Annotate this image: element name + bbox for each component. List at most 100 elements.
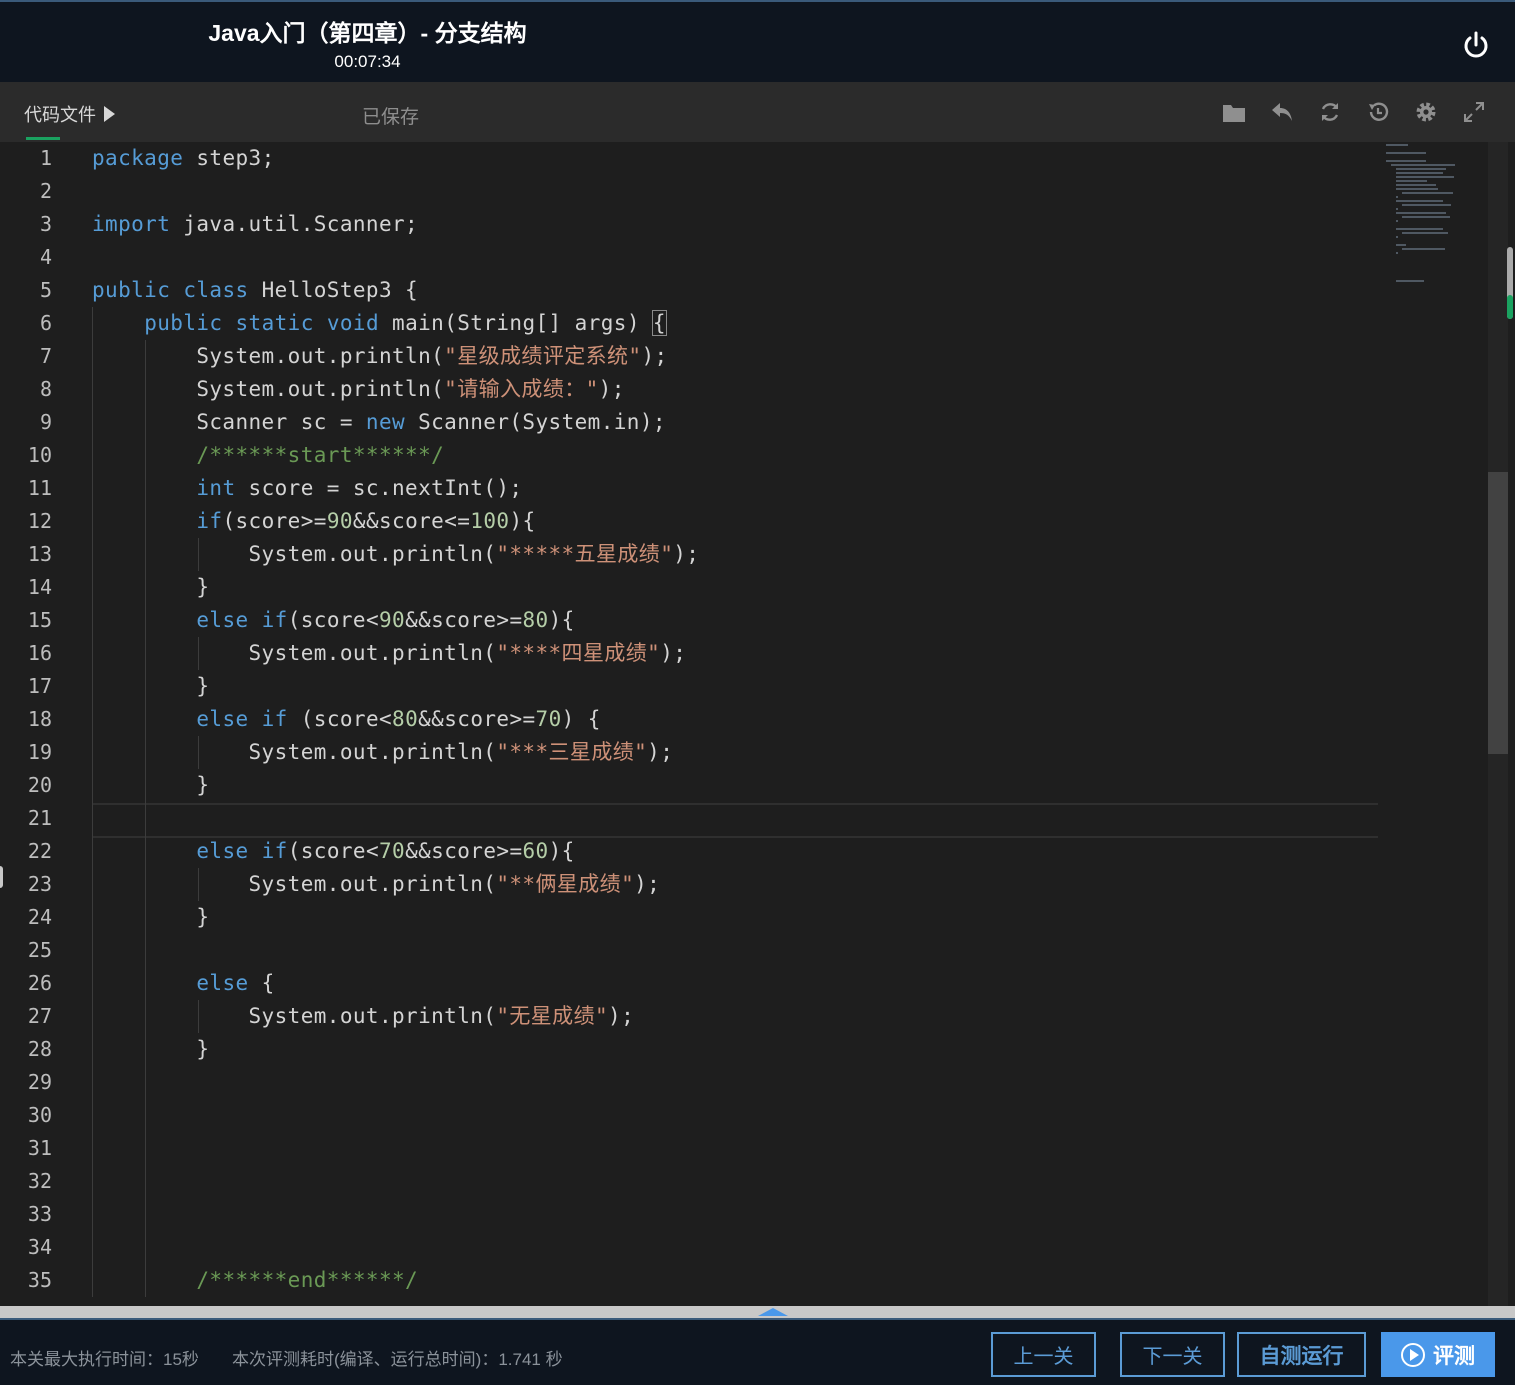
line-number: 19 (27, 740, 52, 764)
minimap-line (1396, 196, 1398, 198)
line-number: 35 (27, 1268, 52, 1292)
history-icon[interactable] (1362, 96, 1394, 128)
minimap-line (1396, 176, 1454, 178)
code-line[interactable]: int score = sc.nextInt(); (92, 472, 522, 505)
code-line[interactable]: } (92, 901, 209, 934)
top-header: Java入门（第四章）- 分支结构 00:07:34 (0, 0, 1515, 82)
progress-indicator (1507, 247, 1513, 319)
line-number: 2 (39, 179, 52, 203)
minimap-line (1401, 192, 1453, 194)
line-number: 18 (27, 707, 52, 731)
self-test-run-button[interactable]: 自测运行 (1237, 1332, 1366, 1377)
code-line[interactable]: else if (score<80&&score>=70) { (92, 703, 601, 736)
code-line[interactable]: System.out.println("*****五星成绩"); (92, 538, 699, 571)
next-level-button[interactable]: 下一关 (1120, 1332, 1225, 1377)
code-files-label: 代码文件 (24, 105, 96, 125)
code-line[interactable]: if(score>=90&&score<=100){ (92, 505, 536, 538)
line-number: 26 (27, 971, 52, 995)
active-tab-underline (26, 137, 60, 140)
code-line[interactable]: System.out.println("**俩星成绩"); (92, 868, 660, 901)
code-line[interactable]: else if(score<90&&score>=80){ (92, 604, 575, 637)
bottom-bar: 本关最大执行时间：15秒 本次评测耗时(编译、运行总时间)：1.741 秒 上一… (0, 1318, 1515, 1385)
code-line[interactable]: } (92, 670, 209, 703)
code-line[interactable]: System.out.println("无星成绩"); (92, 1000, 634, 1033)
minimap-line (1401, 216, 1450, 218)
settings-icon[interactable] (1410, 96, 1442, 128)
line-number: 34 (27, 1235, 52, 1259)
line-number: 22 (27, 839, 52, 863)
code-files-tab[interactable]: 代码文件 (24, 101, 115, 127)
line-number: 3 (39, 212, 52, 236)
power-icon[interactable] (1461, 30, 1491, 60)
scrollbar-thumb[interactable] (1488, 472, 1508, 754)
editor-toolbar: 代码文件 已保存 (0, 82, 1515, 142)
code-line[interactable]: System.out.println("***三星成绩"); (92, 736, 673, 769)
minimap-line (1396, 172, 1443, 174)
line-number: 31 (27, 1136, 52, 1160)
line-number: 5 (39, 278, 52, 302)
code-line[interactable]: System.out.println("星级成绩评定系统"); (92, 340, 668, 373)
code-line[interactable]: System.out.println("****四星成绩"); (92, 637, 686, 670)
line-number: 6 (39, 311, 52, 335)
panel-splitter[interactable] (0, 1306, 1515, 1326)
line-number: 24 (27, 905, 52, 929)
line-number: 28 (27, 1037, 52, 1061)
max-exec-time: 本关最大执行时间：15秒 (10, 1350, 199, 1369)
line-number-gutter: 1 2 3 4 5 6 7 8 9 10 11 12 13 14 15 16 17 18 19 20 21 22 23 24 2… (0, 142, 68, 1306)
indent-guide (197, 538, 199, 571)
minimap-line (1386, 160, 1426, 162)
code-minimap[interactable] (1384, 142, 1488, 302)
minimap-line (1396, 188, 1438, 190)
code-line[interactable]: package step3; (92, 142, 275, 175)
play-circle-icon (1401, 1342, 1425, 1367)
minimap-line (1396, 184, 1437, 186)
code-line[interactable]: /******end******/ (92, 1264, 418, 1297)
minimap-line (1401, 248, 1445, 250)
left-edge-handle[interactable] (0, 866, 3, 888)
line-number: 10 (27, 443, 52, 467)
evaluate-button[interactable]: 评测 (1381, 1332, 1495, 1377)
code-line[interactable]: } (92, 769, 209, 802)
evaluate-label: 评测 (1433, 1344, 1475, 1368)
line-number: 1 (39, 146, 52, 170)
triangle-right-icon (104, 106, 115, 122)
indent-guide (197, 1000, 199, 1033)
exercise-title: Java入门（第四章）- 分支结构 (208, 20, 527, 46)
line-number: 11 (27, 476, 52, 500)
line-number: 15 (27, 608, 52, 632)
indent-guide (197, 868, 199, 901)
code-line[interactable]: } (92, 571, 209, 604)
code-line[interactable]: import java.util.Scanner; (92, 208, 418, 241)
minimap-line (1386, 152, 1426, 154)
line-number: 32 (27, 1169, 52, 1193)
prev-level-button[interactable]: 上一关 (991, 1332, 1096, 1377)
line-number: 8 (39, 377, 52, 401)
undo-icon[interactable] (1266, 96, 1298, 128)
minimap-line (1396, 208, 1398, 210)
code-line[interactable]: else if(score<70&&score>=60){ (92, 835, 575, 868)
code-line[interactable]: else { (92, 967, 275, 1000)
line-number: 33 (27, 1202, 52, 1226)
code-editor[interactable]: 1 2 3 4 5 6 7 8 9 10 11 12 13 14 15 16 17 18 19 20 21 22 23 24 2… (0, 142, 1515, 1306)
code-line[interactable]: System.out.println("请输入成绩："); (92, 373, 625, 406)
line-number: 13 (27, 542, 52, 566)
code-line[interactable]: } (92, 1033, 209, 1066)
line-number: 9 (39, 410, 52, 434)
line-number: 21 (27, 806, 52, 830)
code-line[interactable]: public class HelloStep3 { (92, 274, 418, 307)
minimap-line (1396, 168, 1446, 170)
indent-guide (197, 637, 199, 670)
code-line[interactable]: public static void main(String[] args) { (92, 307, 667, 340)
eval-time: 本次评测耗时(编译、运行总时间)：1.741 秒 (232, 1350, 563, 1369)
folder-icon[interactable] (1218, 96, 1250, 128)
minimap-line (1396, 244, 1406, 246)
line-number: 16 (27, 641, 52, 665)
refresh-icon[interactable] (1314, 96, 1346, 128)
code-line[interactable]: Scanner sc = new Scanner(System.in); (92, 406, 666, 439)
line-number: 12 (27, 509, 52, 533)
code-area[interactable]: package step3; import java.util.Scanner; p… (92, 142, 1382, 1306)
line-number: 7 (39, 344, 52, 368)
minimap-line (1401, 204, 1452, 206)
minimap-line (1396, 180, 1427, 182)
fullscreen-icon[interactable] (1458, 96, 1490, 128)
